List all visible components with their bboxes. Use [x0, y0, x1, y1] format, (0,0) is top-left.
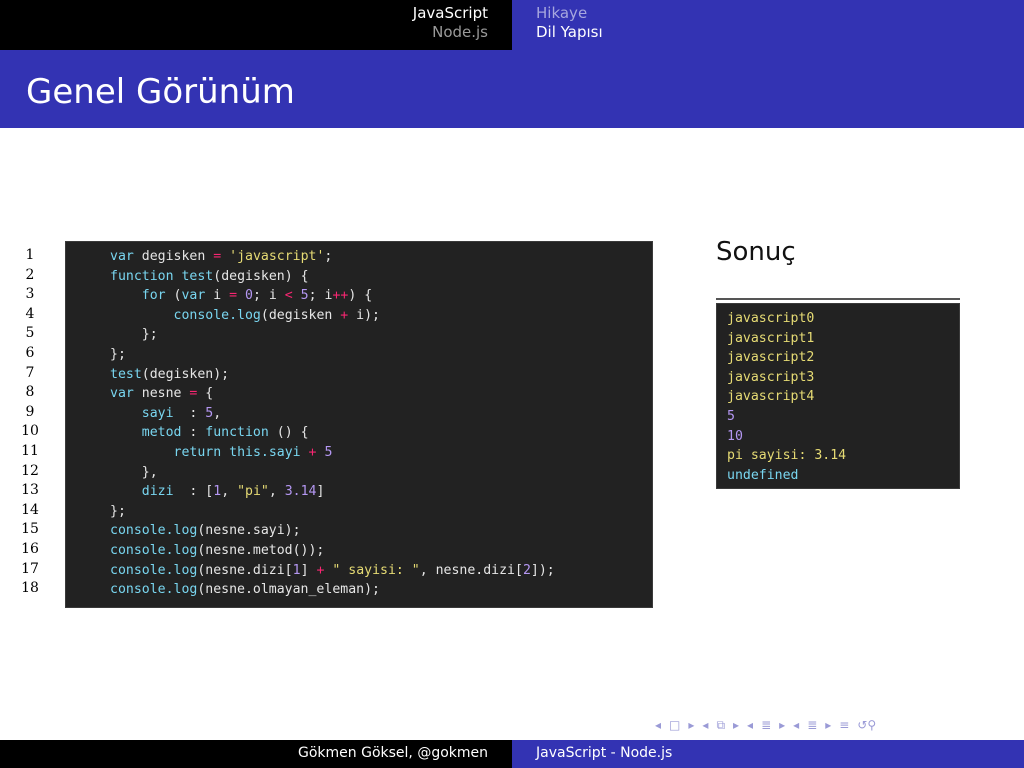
triangle-right-icon[interactable]: ▸ — [688, 717, 694, 733]
subsection-icon[interactable]: ≣ — [807, 717, 817, 733]
footer-left: Gökmen Göksel, @gokmen — [0, 740, 512, 768]
output-line: undefined — [727, 467, 799, 483]
search-zoom-icon[interactable]: ↺⚲ — [857, 717, 876, 733]
title-bar: Genel Görünüm — [0, 50, 1024, 128]
output-line: javascript1 — [727, 330, 815, 346]
output-line: javascript3 — [727, 369, 815, 385]
output-line: javascript2 — [727, 350, 815, 366]
line-number: 4 — [25, 305, 35, 322]
nav-item-dil-yapisi[interactable]: Dil Yapısı — [536, 23, 603, 42]
code-block: var degisken = 'javascript'; function te… — [65, 241, 653, 608]
nav-item-hikaye[interactable]: Hikaye — [536, 4, 587, 23]
nav-item-nodejs[interactable]: Node.js — [432, 23, 488, 42]
result-output: javascript0 javascript1 javascript2 java… — [716, 303, 960, 489]
triangle-left-icon[interactable]: ◂ — [702, 717, 708, 733]
footer-talk-title: JavaScript - Node.js — [536, 745, 673, 761]
result-title: Sonuç — [716, 237, 796, 267]
header-nav: JavaScript Node.js Hikaye Dil Yapısı — [0, 0, 1024, 50]
nav-section-right: Hikaye Dil Yapısı — [512, 0, 1024, 50]
line-number: 7 — [25, 364, 35, 381]
line-number: 1 — [25, 247, 35, 263]
output-line: 5 — [727, 408, 735, 424]
line-number: 5 — [25, 325, 35, 342]
line-number: 18 — [21, 580, 39, 597]
line-number: 11 — [21, 442, 39, 459]
line-number: 13 — [21, 482, 39, 499]
footer-author: Gökmen Göksel, @gokmen — [298, 745, 488, 761]
triangle-left-icon[interactable]: ◂ — [747, 717, 753, 733]
slide-title: Genel Görünüm — [26, 72, 295, 112]
line-number: 3 — [25, 286, 35, 303]
frames-icon[interactable]: ⧉ — [716, 717, 725, 733]
line-numbers: 1 2 3 4 5 6 7 8 9 10 11 12 13 14 15 16 1… — [10, 246, 50, 599]
line-number: 9 — [25, 403, 35, 420]
line-number: 17 — [21, 560, 39, 577]
triangle-right-icon[interactable]: ▸ — [779, 717, 785, 733]
line-number: 8 — [25, 384, 35, 401]
section-icon[interactable]: ≣ — [761, 717, 771, 733]
line-number: 10 — [21, 423, 39, 440]
frame-icon[interactable]: □ — [669, 717, 680, 733]
footer-right: JavaScript - Node.js — [512, 740, 1024, 768]
output-line: pi sayisi: 3.14 — [727, 448, 847, 464]
nav-section-left: JavaScript Node.js — [0, 0, 512, 50]
result-lines: javascript0 javascript1 javascript2 java… — [727, 309, 846, 485]
output-line: javascript4 — [727, 389, 815, 405]
line-number: 15 — [21, 521, 39, 538]
triangle-right-icon[interactable]: ▸ — [733, 717, 739, 733]
output-line: 10 — [727, 428, 743, 444]
line-number: 12 — [21, 462, 39, 479]
result-divider — [716, 298, 960, 300]
line-number: 6 — [25, 344, 35, 361]
line-number: 16 — [21, 540, 39, 557]
line-number: 14 — [21, 501, 39, 518]
line-number: 2 — [25, 266, 35, 283]
triangle-left-icon[interactable]: ◂ — [655, 717, 661, 733]
triangle-right-icon[interactable]: ▸ — [825, 717, 831, 733]
code-listing: var degisken = 'javascript'; function te… — [110, 249, 555, 598]
nav-item-javascript[interactable]: JavaScript — [413, 4, 488, 23]
align-icon[interactable]: ≡ — [839, 717, 849, 733]
beamer-nav-symbols: ◂ □ ▸ ◂ ⧉ ▸ ◂ ≣ ▸ ◂ ≣ ▸ ≡ ↺⚲ — [655, 717, 876, 733]
triangle-left-icon[interactable]: ◂ — [793, 717, 799, 733]
output-line: javascript0 — [727, 311, 815, 326]
footer: Gökmen Göksel, @gokmen JavaScript - Node… — [0, 740, 1024, 768]
